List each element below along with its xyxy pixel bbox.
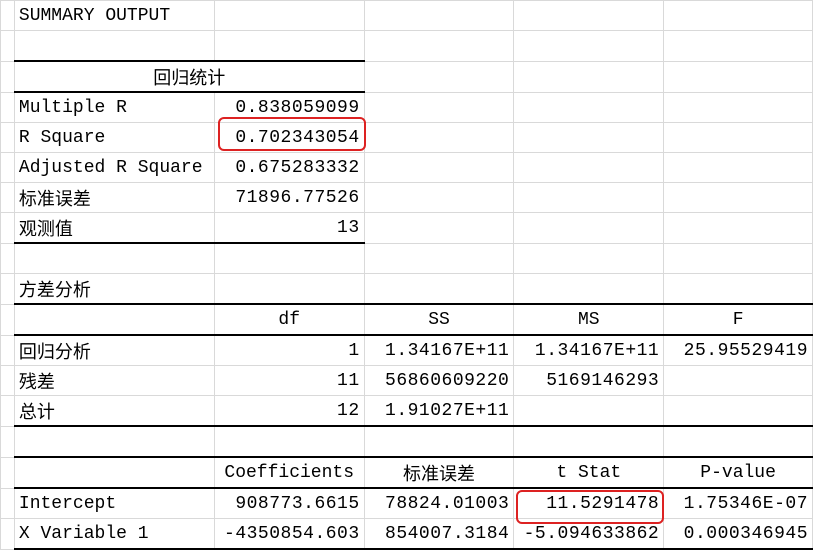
anova-header-ss: SS (364, 304, 514, 335)
anova-header-ms: MS (514, 304, 664, 335)
anova-row-ms: 5169146293 (514, 366, 664, 396)
coef-row-coef: 908773.6615 (214, 488, 364, 519)
anova-row-f (664, 366, 813, 396)
stat-row-value: 71896.77526 (214, 183, 364, 213)
stat-row-label: Multiple R (14, 92, 214, 123)
stat-row-value: 0.675283332 (214, 153, 364, 183)
anova-title: 方差分析 (14, 274, 214, 305)
anova-row-df: 11 (214, 366, 364, 396)
summary-title: SUMMARY OUTPUT (14, 1, 214, 31)
stat-row-value: 13 (214, 213, 364, 244)
coef-row-t: 11.5291478 (514, 488, 664, 519)
coef-header-p: P-value (664, 457, 813, 488)
stat-row-label: 标准误差 (14, 183, 214, 213)
regression-stats-header: 回归统计 (14, 61, 364, 92)
stat-row-value: 0.702343054 (214, 123, 364, 153)
anova-row-df: 1 (214, 335, 364, 366)
coef-row-label: X Variable 1 (14, 519, 214, 550)
stat-row-value: 0.838059099 (214, 92, 364, 123)
stat-row-label: Adjusted R Square (14, 153, 214, 183)
anova-row-ss: 1.34167E+11 (364, 335, 514, 366)
anova-row-ss: 1.91027E+11 (364, 396, 514, 427)
anova-row-ms (514, 396, 664, 427)
anova-header-df: df (214, 304, 364, 335)
coef-row-p: 0.000346945 (664, 519, 813, 550)
coef-row-se: 854007.3184 (364, 519, 514, 550)
coef-row-se: 78824.01003 (364, 488, 514, 519)
anova-row-f (664, 396, 813, 427)
anova-row-label: 残差 (14, 366, 214, 396)
coef-header-t: t Stat (514, 457, 664, 488)
coef-row-coef: -4350854.603 (214, 519, 364, 550)
anova-row-f: 25.95529419 (664, 335, 813, 366)
coef-header-se: 标准误差 (364, 457, 514, 488)
coef-row-p: 1.75346E-07 (664, 488, 813, 519)
coef-header-coef: Coefficients (214, 457, 364, 488)
anova-header-f: F (664, 304, 813, 335)
anova-row-label: 总计 (14, 396, 214, 427)
anova-row-ms: 1.34167E+11 (514, 335, 664, 366)
stat-row-label: 观测值 (14, 213, 214, 244)
regression-output-table: SUMMARY OUTPUT 回归统计 Multiple R 0.8380590… (0, 0, 813, 550)
stat-row-label: R Square (14, 123, 214, 153)
anova-row-label: 回归分析 (14, 335, 214, 366)
coef-row-t: -5.094633862 (514, 519, 664, 550)
anova-row-df: 12 (214, 396, 364, 427)
anova-row-ss: 56860609220 (364, 366, 514, 396)
coef-row-label: Intercept (14, 488, 214, 519)
